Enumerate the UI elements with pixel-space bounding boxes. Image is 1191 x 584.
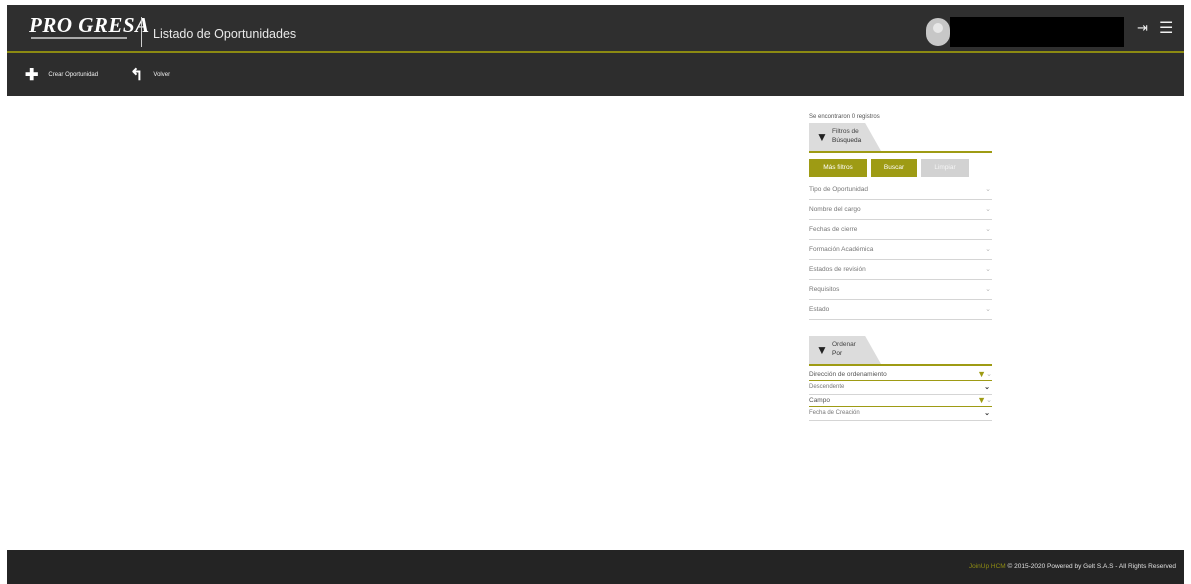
filter-label: Nombre del cargo [809, 206, 861, 213]
tab-label-line1: Filtros de [832, 128, 859, 135]
footer: JoinUp HCM © 2015-2020 Powered by Gelt S… [7, 550, 1184, 584]
filter-label: Tipo de Oportunidad [809, 186, 869, 193]
logout-icon[interactable]: ⇥ [1137, 20, 1148, 36]
filter-buttons: Más filtros Buscar Limpiar [809, 159, 992, 177]
plus-icon: ✚ [25, 67, 39, 84]
back-label: Volver [153, 72, 171, 78]
tab-search-filters[interactable]: ▼ Filtros de Búsqueda [809, 123, 992, 151]
filter-icon: ▼ [977, 369, 986, 379]
chevron-down-icon: ⌄ [986, 397, 992, 404]
tab-label: Filtros de Búsqueda [832, 127, 861, 145]
filter-status[interactable]: Estado ⌄ [809, 300, 992, 320]
footer-brand-link[interactable]: JoinUp HCM [969, 563, 1006, 570]
order-field-value: Fecha de Creación [809, 410, 860, 416]
filter-icon: ▼ [816, 130, 828, 144]
order-direction-header[interactable]: Dirección de ordenamiento ▼ ⌄ [809, 369, 992, 381]
filter-label: Estado [809, 306, 830, 313]
chevron-down-icon: ⌄ [985, 226, 991, 233]
order-direction-select[interactable]: Descendente ⌄ [809, 381, 992, 395]
filter-label: Estados de revisión [809, 266, 866, 273]
chevron-down-icon: ⌄ [984, 410, 990, 417]
order-field-header[interactable]: Campo ▼ ⌄ [809, 395, 992, 407]
chevron-down-icon: ⌄ [985, 266, 991, 273]
top-bar: PRO GRESA Listado de Oportunidades ⇥ ☰ [7, 5, 1184, 51]
footer-text: JoinUp HCM © 2015-2020 Powered by Gelt S… [969, 563, 1176, 570]
progresa-logo[interactable]: PRO GRESA [29, 13, 150, 38]
chevron-down-icon: ⌄ [985, 306, 991, 313]
order-field-select[interactable]: Fecha de Creación ⌄ [809, 407, 992, 421]
filter-icon: ▼ [816, 343, 828, 357]
tab-order-by[interactable]: ▼ Ordenar Por [809, 336, 992, 364]
order-direction-label: Dirección de ordenamiento [809, 371, 887, 378]
filter-label: Fechas de cierre [809, 226, 858, 233]
filter-job-title[interactable]: Nombre del cargo ⌄ [809, 200, 992, 220]
create-opportunity-label: Crear Oportunidad [48, 72, 99, 78]
tab-underline [809, 151, 992, 153]
order-field-label: Campo [809, 397, 830, 404]
chevron-down-icon: ⌄ [984, 384, 990, 391]
results-count: Se encontraron 0 registros [809, 114, 880, 120]
filter-label: Formación Académica [809, 246, 874, 253]
filter-review-states[interactable]: Estados de revisión ⌄ [809, 260, 992, 280]
logo-subtitle-bar [31, 37, 127, 39]
chevron-down-icon: ⌄ [985, 206, 991, 213]
clear-button[interactable]: Limpiar [921, 159, 969, 177]
filter-icon: ▼ [977, 395, 986, 405]
reply-arrow-icon: ↰ [130, 67, 144, 84]
back-button[interactable]: ↰ Volver [130, 65, 170, 85]
tab-label: Ordenar Por [832, 340, 856, 358]
tab-label-line2: Por [832, 350, 843, 357]
tab-label-line1: Ordenar [832, 341, 856, 348]
filter-label: Requisitos [809, 286, 840, 293]
filter-requirements[interactable]: Requisitos ⌄ [809, 280, 992, 300]
filter-academic-background[interactable]: Formación Académica ⌄ [809, 240, 992, 260]
chevron-down-icon: ⌄ [985, 246, 991, 253]
avatar[interactable] [926, 18, 950, 46]
filter-opportunity-type[interactable]: Tipo de Oportunidad ⌄ [809, 180, 992, 200]
user-name-box[interactable] [950, 17, 1124, 47]
tab-underline [809, 364, 992, 366]
menu-icon[interactable]: ☰ [1159, 18, 1173, 38]
filter-closing-dates[interactable]: Fechas de cierre ⌄ [809, 220, 992, 240]
chevron-down-icon: ⌄ [985, 186, 991, 193]
more-filters-button[interactable]: Más filtros [809, 159, 867, 177]
chevron-down-icon: ⌄ [985, 286, 991, 293]
chevron-down-icon: ⌄ [986, 371, 992, 378]
tab-label-line2: Búsqueda [832, 137, 862, 144]
action-toolbar: ✚ Crear Oportunidad ↰ Volver [7, 53, 1184, 96]
create-opportunity-button[interactable]: ✚ Crear Oportunidad [25, 65, 98, 85]
page-title: Listado de Oportunidades [153, 27, 297, 41]
filter-panel: Se encontraron 0 registros ▼ Filtros de … [809, 114, 992, 421]
search-button[interactable]: Buscar [871, 159, 917, 177]
footer-copyright: © 2015-2020 Powered by Gelt S.A.S - All … [1007, 563, 1176, 570]
order-direction-value: Descendente [809, 384, 845, 390]
header-separator [141, 17, 142, 47]
